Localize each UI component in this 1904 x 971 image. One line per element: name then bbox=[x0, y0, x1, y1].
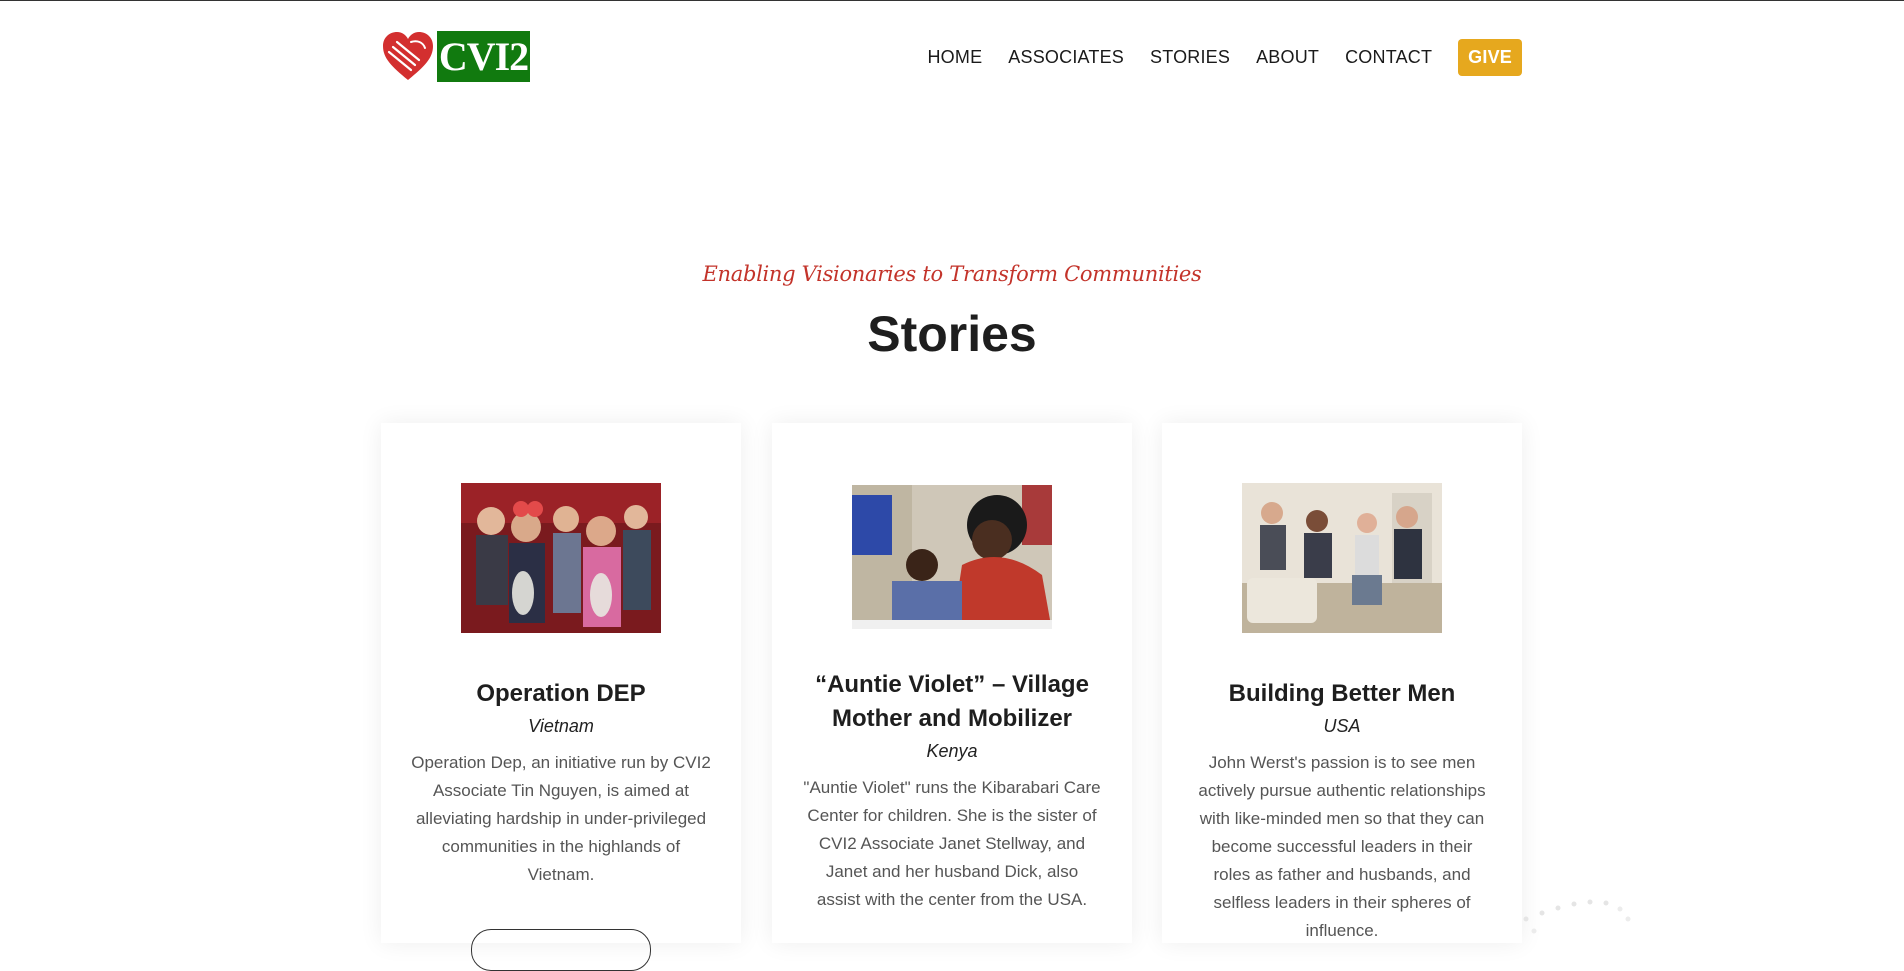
read-more-button[interactable] bbox=[471, 929, 651, 971]
story-location: USA bbox=[1323, 716, 1361, 736]
tagline: Enabling Visionaries to Transform Commun… bbox=[702, 262, 1202, 286]
story-title[interactable]: “Auntie Violet” – Village Mother and Mob… bbox=[796, 668, 1108, 736]
nav-associates[interactable]: ASSOCIATES bbox=[1008, 47, 1124, 68]
decorative-dots bbox=[1523, 899, 1631, 934]
nav-home[interactable]: HOME bbox=[927, 47, 982, 68]
story-excerpt: "Auntie Violet" runs the Kibarabari Care… bbox=[803, 778, 1101, 909]
story-excerpt: John Werst's passion is to see men activ… bbox=[1198, 753, 1486, 940]
nav-stories[interactable]: STORIES bbox=[1150, 47, 1230, 68]
story-location: Vietnam bbox=[528, 716, 594, 736]
stories-grid: Operation DEP Vietnam Operation Dep, an … bbox=[381, 423, 1522, 971]
main-nav: HOME ASSOCIATES STORIES ABOUT CONTACT GI… bbox=[901, 39, 1522, 76]
top-border bbox=[0, 0, 1904, 1]
nav-contact[interactable]: CONTACT bbox=[1345, 47, 1432, 68]
story-image-auntie-violet[interactable] bbox=[852, 483, 1052, 629]
mother-child-photo-icon bbox=[852, 485, 1052, 629]
children-photo-icon bbox=[461, 483, 661, 633]
logo[interactable]: CVI2 bbox=[381, 30, 530, 82]
story-image-children[interactable] bbox=[461, 483, 661, 633]
story-card-operation-dep: Operation DEP Vietnam Operation Dep, an … bbox=[381, 423, 741, 971]
give-button[interactable]: GIVE bbox=[1458, 39, 1522, 76]
nav-about[interactable]: ABOUT bbox=[1256, 47, 1319, 68]
story-excerpt: Operation Dep, an initiative run by CVI2… bbox=[411, 753, 711, 884]
heart-hands-icon bbox=[383, 32, 433, 80]
story-location: Kenya bbox=[926, 741, 978, 761]
logo-wordmark: CVI2 bbox=[437, 31, 530, 82]
story-card-building-better-men: Building Better Men USA John Werst's pas… bbox=[1162, 423, 1522, 943]
men-group-photo-icon bbox=[1242, 483, 1442, 633]
story-card-auntie-violet: “Auntie Violet” – Village Mother and Mob… bbox=[772, 423, 1132, 943]
story-title[interactable]: Operation DEP bbox=[405, 677, 717, 711]
site-header: CVI2 HOME ASSOCIATES STORIES ABOUT CONTA… bbox=[381, 30, 1522, 84]
story-title[interactable]: Building Better Men bbox=[1186, 677, 1498, 711]
page-title: Stories bbox=[867, 306, 1037, 362]
story-image-men-group[interactable] bbox=[1242, 483, 1442, 633]
